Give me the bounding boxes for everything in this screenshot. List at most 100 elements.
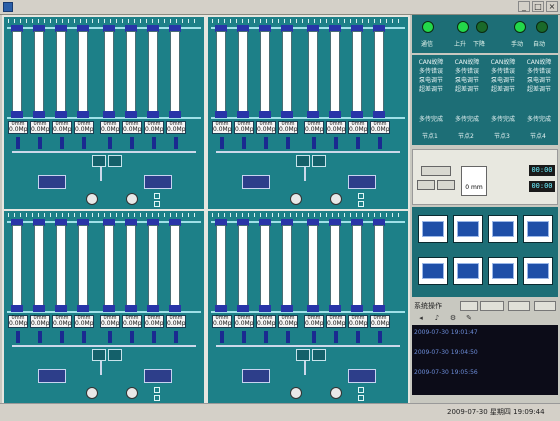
bottom-cap-icon (329, 305, 341, 312)
option-checkbox[interactable] (358, 395, 366, 401)
checkbox-icon[interactable] (154, 193, 160, 199)
down-lamp-icon[interactable] (476, 21, 488, 33)
option-checkbox[interactable] (358, 193, 366, 199)
settings-icon[interactable]: ⚙ (448, 314, 458, 323)
option-checkbox[interactable] (358, 387, 366, 393)
pipe-marker (16, 331, 20, 343)
pressure-gauge: 0mm 0.0Mp (144, 121, 164, 134)
cylinder-column (78, 31, 88, 113)
checkbox-icon[interactable] (358, 395, 364, 401)
bottom-cap-icon (103, 305, 115, 312)
bottom-cap-icon (307, 305, 319, 312)
op-button-7[interactable] (488, 257, 518, 285)
back-icon[interactable]: ◂ (416, 314, 426, 323)
cylinder-column (330, 225, 340, 307)
gauge-value: 0.0Mp (349, 320, 368, 327)
cylinder-column (308, 31, 318, 113)
gauge-value: 0.0Mp (167, 126, 186, 133)
manual-lamp-icon[interactable] (514, 21, 526, 33)
close-icon[interactable]: × (546, 1, 558, 12)
pipe-line (304, 361, 306, 375)
manual-label: 手动 (511, 41, 524, 48)
edit-icon[interactable]: ✎ (464, 314, 474, 323)
option-checkbox[interactable] (154, 395, 162, 401)
gauge-value: 0.0Mp (145, 320, 164, 327)
max-height-text: 0 mm (465, 184, 483, 191)
cylinder-column (216, 225, 226, 307)
pipe-marker (174, 331, 178, 343)
pressure-gauge: 0mm 0.0Mp (74, 315, 94, 328)
calibrate-button[interactable] (421, 166, 451, 176)
op-button-1[interactable] (418, 215, 448, 243)
bottom-cap-icon (169, 305, 181, 312)
pressure-gauge: 0mm 0.0Mp (122, 121, 142, 134)
fault-item: 泵电调节 (526, 77, 551, 84)
pipe-marker (378, 331, 382, 343)
speaker-icon[interactable]: ♪ (432, 314, 442, 323)
valve-icon (312, 349, 326, 361)
system-button-4[interactable] (534, 301, 556, 311)
auto-label: 自动 (533, 41, 546, 48)
op-button-8[interactable] (523, 257, 553, 285)
op-button-4[interactable] (523, 215, 553, 243)
system-button-2[interactable] (480, 301, 504, 311)
pipe-marker (312, 137, 316, 149)
log-time: 2009-07-30 19:04:50 (414, 349, 478, 356)
node-label: 节点2 (458, 133, 474, 140)
option-checkbox[interactable] (154, 387, 162, 393)
minimize-icon[interactable]: _ (518, 1, 530, 12)
pipe-line (100, 361, 102, 375)
quadrant-4: 0mm 0.0Mp 0mm 0.0Mp 0mm 0.0Mp 0mm 0.0Mp 0mm 0.0Mp… (208, 211, 408, 403)
motor-icon (38, 175, 66, 189)
option-checkbox[interactable] (358, 201, 366, 207)
pipe-line (100, 167, 102, 181)
auto-lamp-icon[interactable] (536, 21, 548, 33)
valve-icon (296, 349, 310, 361)
up-lamp-icon[interactable] (457, 21, 469, 33)
pipe-marker (38, 331, 42, 343)
maximize-icon[interactable]: □ (532, 1, 544, 12)
system-operation-label: 系统操作 (414, 302, 442, 310)
bottom-cap-icon (351, 305, 363, 312)
comm-label: 通信 (421, 41, 434, 48)
option-checkbox[interactable] (154, 201, 162, 207)
system-button-1[interactable] (460, 301, 478, 311)
option-button-2[interactable] (437, 180, 455, 190)
cylinder-column (34, 225, 44, 307)
fault-item: CAN故障 (490, 59, 516, 66)
checkbox-icon[interactable] (358, 387, 364, 393)
bottom-cap-icon (77, 111, 89, 118)
checkbox-icon[interactable] (154, 395, 160, 401)
pump-icon (290, 193, 302, 205)
cylinder-column (308, 225, 318, 307)
title-bar: _ □ × (0, 0, 560, 15)
checkbox-icon[interactable] (154, 201, 160, 207)
pipe-marker (174, 137, 178, 149)
op-button-6[interactable] (453, 257, 483, 285)
op-label (492, 263, 514, 279)
comm-lamp-icon (422, 21, 434, 33)
checkbox-icon[interactable] (358, 193, 364, 199)
pressure-gauge: 0mm 0.0Mp (8, 315, 28, 328)
pipe-marker (334, 137, 338, 149)
gauge-value: 0.0Mp (167, 320, 186, 327)
op-label (527, 263, 549, 279)
checkbox-icon[interactable] (358, 201, 364, 207)
checkbox-icon[interactable] (154, 387, 160, 393)
bottom-cap-icon (169, 111, 181, 118)
scale-ruler (212, 213, 404, 217)
fault-item: CAN故障 (526, 59, 552, 66)
pipe-marker (242, 331, 246, 343)
op-button-5[interactable] (418, 257, 448, 285)
system-button-3[interactable] (508, 301, 530, 311)
info-panel: 0 mm 00:00 00:00 (412, 149, 558, 205)
gauge-value: 0.0Mp (75, 320, 94, 327)
log-panel: 2009-07-30 19:01:47 2009-07-30 19:04:50 … (412, 325, 558, 395)
option-checkbox[interactable] (154, 193, 162, 199)
option-button-1[interactable] (417, 180, 435, 190)
pressure-gauge: 0mm 0.0Mp (278, 121, 298, 134)
step-time-display: 00:00 (529, 165, 555, 176)
gauge-value: 0.0Mp (235, 126, 254, 133)
op-button-3[interactable] (488, 215, 518, 243)
op-button-2[interactable] (453, 215, 483, 243)
